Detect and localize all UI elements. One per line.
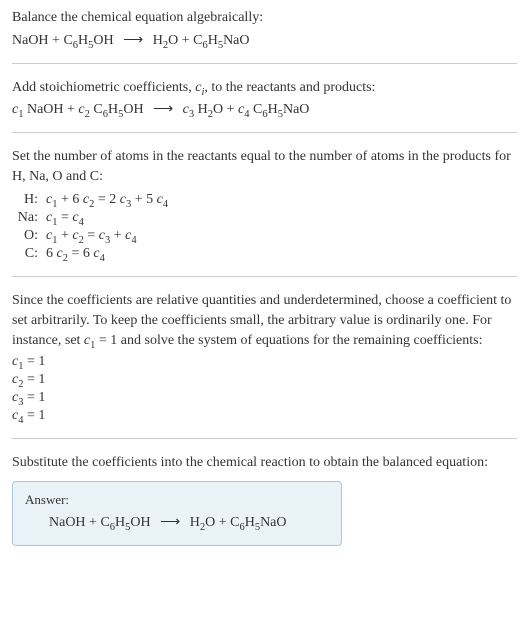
section-stoichiometric: Add stoichiometric coefficients, ci, to …	[12, 78, 517, 119]
coeff-c1: c1 = 1	[12, 354, 517, 370]
v: = 1	[23, 372, 45, 387]
reactant-text: NaOH + C	[49, 515, 110, 530]
text: NaOH +	[23, 102, 78, 117]
product-text: H	[153, 33, 163, 48]
coeff-c2: c2 = 1	[12, 372, 517, 388]
atom-balance-text: Set the number of atoms in the reactants…	[12, 147, 517, 186]
text: = 1 and solve the system of equations fo…	[95, 333, 482, 348]
product-text: O + C	[205, 515, 239, 530]
v: = 1	[23, 408, 45, 423]
v: = 1	[23, 390, 45, 405]
balanced-equation: NaOH + C6H5OH ⟶ H2O + C6H5NaO	[25, 514, 329, 531]
text: C	[90, 102, 103, 117]
s: 4	[79, 217, 84, 228]
text: H	[108, 102, 118, 117]
section-intro: Balance the chemical equation algebraica…	[12, 8, 517, 49]
product-text: H	[245, 515, 255, 530]
t: +	[57, 228, 72, 243]
atom-label: O:	[16, 228, 46, 244]
product-text: NaO	[223, 33, 249, 48]
coefficient-solutions: c1 = 1 c2 = 1 c3 = 1 c4 = 1	[12, 354, 517, 424]
text: Add stoichiometric coefficients,	[12, 80, 195, 95]
text: O +	[213, 102, 238, 117]
reaction-arrow: ⟶	[160, 515, 180, 530]
s: 4	[163, 199, 168, 210]
s: 4	[100, 253, 105, 264]
atom-label: C:	[16, 246, 46, 262]
section-atom-balance: Set the number of atoms in the reactants…	[12, 147, 517, 262]
product-text: H	[208, 33, 218, 48]
text: C	[250, 102, 263, 117]
stoich-text: Add stoichiometric coefficients, ci, to …	[12, 78, 517, 98]
product-text: H	[190, 515, 200, 530]
result-text: Substitute the coefficients into the che…	[12, 453, 517, 473]
t: =	[57, 210, 72, 225]
reactant-text: OH	[93, 33, 113, 48]
reactant-text: NaOH + C	[12, 33, 73, 48]
text: H	[268, 102, 278, 117]
atom-equation: 6 c2 = 6 c4	[46, 246, 517, 262]
coeff-c3: c3 = 1	[12, 390, 517, 406]
atom-row-na: Na: c1 = c4	[16, 210, 517, 226]
atom-equations-table: H: c1 + 6 c2 = 2 c3 + 5 c4 Na: c1 = c4 O…	[16, 192, 517, 262]
text: NaO	[283, 102, 309, 117]
t: = 6	[68, 246, 93, 261]
v: = 1	[23, 354, 45, 369]
text: OH	[123, 102, 143, 117]
reactant-text: H	[115, 515, 125, 530]
answer-label: Answer:	[25, 492, 329, 508]
coeff-c4: c4 = 1	[12, 408, 517, 424]
t: =	[84, 228, 99, 243]
divider	[12, 63, 517, 64]
equation-unbalanced: NaOH + C6H5OH ⟶ H2O + C6H5NaO	[12, 32, 517, 49]
divider	[12, 276, 517, 277]
t: 6	[46, 246, 57, 261]
section-result: Substitute the coefficients into the che…	[12, 453, 517, 546]
s: 4	[131, 235, 136, 246]
atom-equation: c1 = c4	[46, 210, 517, 226]
t: + 5	[131, 192, 156, 207]
atom-label: Na:	[16, 210, 46, 226]
atom-row-o: O: c1 + c2 = c3 + c4	[16, 228, 517, 244]
equation-with-coeffs: c1 NaOH + c2 C6H5OH ⟶ c3 H2O + c4 C6H5Na…	[12, 101, 517, 118]
product-text: O + C	[168, 33, 202, 48]
atom-row-c: C: 6 c2 = 6 c4	[16, 246, 517, 262]
atom-equation: c1 + c2 = c3 + c4	[46, 228, 517, 244]
solve-text: Since the coefficients are relative quan…	[12, 291, 517, 350]
divider	[12, 132, 517, 133]
product-text: NaO	[260, 515, 286, 530]
t: = 2	[94, 192, 119, 207]
text: , to the reactants and products:	[204, 80, 375, 95]
t: + 6	[57, 192, 82, 207]
section-solve: Since the coefficients are relative quan…	[12, 291, 517, 424]
atom-row-h: H: c1 + 6 c2 = 2 c3 + 5 c4	[16, 192, 517, 208]
reaction-arrow: ⟶	[153, 102, 173, 117]
answer-box: Answer: NaOH + C6H5OH ⟶ H2O + C6H5NaO	[12, 481, 342, 546]
intro-text: Balance the chemical equation algebraica…	[12, 8, 517, 28]
text: H	[194, 102, 208, 117]
reactant-text: H	[78, 33, 88, 48]
reaction-arrow: ⟶	[123, 33, 143, 48]
divider	[12, 438, 517, 439]
t: +	[110, 228, 125, 243]
reactant-text: OH	[130, 515, 150, 530]
atom-label: H:	[16, 192, 46, 208]
atom-equation: c1 + 6 c2 = 2 c3 + 5 c4	[46, 192, 517, 208]
